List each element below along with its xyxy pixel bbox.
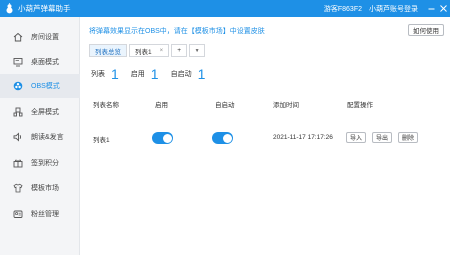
stat-enabled-label: 启用	[130, 71, 145, 78]
minimize-icon	[428, 8, 434, 10]
add-tab-button[interactable]: +	[171, 44, 188, 57]
monitor-icon	[13, 57, 23, 67]
fans-icon	[13, 209, 23, 219]
speaker-icon	[13, 132, 23, 142]
sidebar-item-fans-management[interactable]: 粉丝管理	[0, 202, 80, 226]
guest-id-label: 游客F863F2	[323, 5, 362, 13]
tab-dropdown-button[interactable]: ▼	[189, 44, 206, 57]
tab-overview[interactable]: 列表总览	[89, 44, 127, 57]
sidebar: 房间设置 桌面模式 OBS模式 全屏模式 朗读&发言 签到积分 模板市场 粉丝管…	[0, 17, 80, 255]
title-bar: 小葫芦弹幕助手 游客F863F2 小葫芦账号登录	[0, 0, 450, 17]
shirt-icon	[13, 183, 23, 193]
list-stats: 列表 1 启用 1 自启动 1	[91, 66, 217, 82]
stat-enabled-value: 1	[150, 66, 159, 82]
sidebar-item-label: 签到积分	[31, 160, 59, 167]
close-button[interactable]	[438, 0, 448, 17]
stat-autostart-value: 1	[197, 66, 206, 82]
title-bar-controls: 游客F863F2 小葫芦账号登录	[324, 0, 450, 17]
house-icon	[13, 32, 23, 42]
stat-autostart-label: 自启动	[170, 71, 192, 78]
enabled-toggle[interactable]	[152, 132, 173, 144]
close-icon	[439, 5, 447, 12]
autostart-toggle[interactable]	[212, 132, 233, 144]
sidebar-item-checkin-points[interactable]: 签到积分	[0, 151, 80, 175]
sidebar-item-label: 桌面模式	[31, 59, 59, 66]
minimize-button[interactable]	[426, 0, 436, 17]
column-header-time: 添加时间	[273, 102, 299, 109]
row-name: 列表1	[93, 137, 110, 144]
column-header-autostart: 自启动	[215, 102, 235, 109]
toggle-knob	[222, 133, 232, 143]
delete-button[interactable]: 删除	[398, 132, 419, 143]
stat-list-label: 列表	[91, 71, 105, 78]
sidebar-item-label: OBS模式	[31, 83, 60, 90]
row-time: 2021-11-17 17:17:26	[273, 134, 333, 141]
obs-mode-panel: 将弹幕效果显示在OBS中，请在【模板市场】中设置皮肤 如何使用 列表总览 列表1…	[81, 17, 450, 255]
sidebar-item-label: 朗读&发言	[31, 134, 64, 141]
column-header-name: 列表名称	[93, 102, 119, 109]
tab-label: 列表总览	[95, 48, 121, 56]
sidebar-item-fullscreen-mode[interactable]: 全屏模式	[0, 100, 80, 124]
sidebar-item-obs-mode[interactable]: OBS模式	[0, 74, 80, 98]
sidebar-item-label: 房间设置	[31, 34, 59, 41]
table-row: 列表1 2021-11-17 17:17:26 导入 导出 删除	[89, 132, 444, 146]
tab-close-icon[interactable]: ×	[160, 48, 164, 54]
how-to-use-button[interactable]: 如何使用	[408, 24, 444, 36]
login-link[interactable]: 小葫芦账号登录	[369, 4, 418, 14]
toggle-knob	[162, 133, 172, 143]
plus-icon: +	[177, 47, 182, 54]
obs-icon	[13, 81, 23, 91]
app-title: 小葫芦弹幕助手	[18, 4, 71, 13]
column-header-enabled: 启用	[155, 102, 168, 109]
tab-list1[interactable]: 列表1 ×	[129, 44, 170, 57]
fullscreen-icon	[13, 107, 23, 117]
stat-list-value: 1	[111, 66, 119, 82]
sidebar-item-desktop-mode[interactable]: 桌面模式	[0, 50, 80, 74]
import-button[interactable]: 导入	[346, 132, 367, 143]
sidebar-item-room-settings[interactable]: 房间设置	[0, 25, 80, 49]
list-tabs: 列表总览 列表1 × + ▼	[89, 44, 207, 57]
gift-icon	[13, 158, 23, 168]
sidebar-item-read-speak[interactable]: 朗读&发言	[0, 125, 80, 149]
table-header: 列表名称 启用 自启动 添加时间 配置操作	[89, 97, 444, 111]
obs-notice-text: 将弹幕效果显示在OBS中，请在【模板市场】中设置皮肤	[89, 28, 265, 35]
tab-label: 列表1	[135, 48, 152, 56]
sidebar-item-label: 全屏模式	[31, 109, 59, 116]
sidebar-item-label: 粉丝管理	[31, 211, 59, 218]
dropdown-arrow-icon: ▼	[194, 47, 200, 54]
column-header-actions: 配置操作	[347, 102, 373, 109]
gourd-logo-icon	[6, 3, 13, 14]
sidebar-item-label: 模板市场	[31, 185, 59, 192]
sidebar-item-template-market[interactable]: 模板市场	[0, 176, 80, 200]
export-button[interactable]: 导出	[372, 132, 393, 143]
